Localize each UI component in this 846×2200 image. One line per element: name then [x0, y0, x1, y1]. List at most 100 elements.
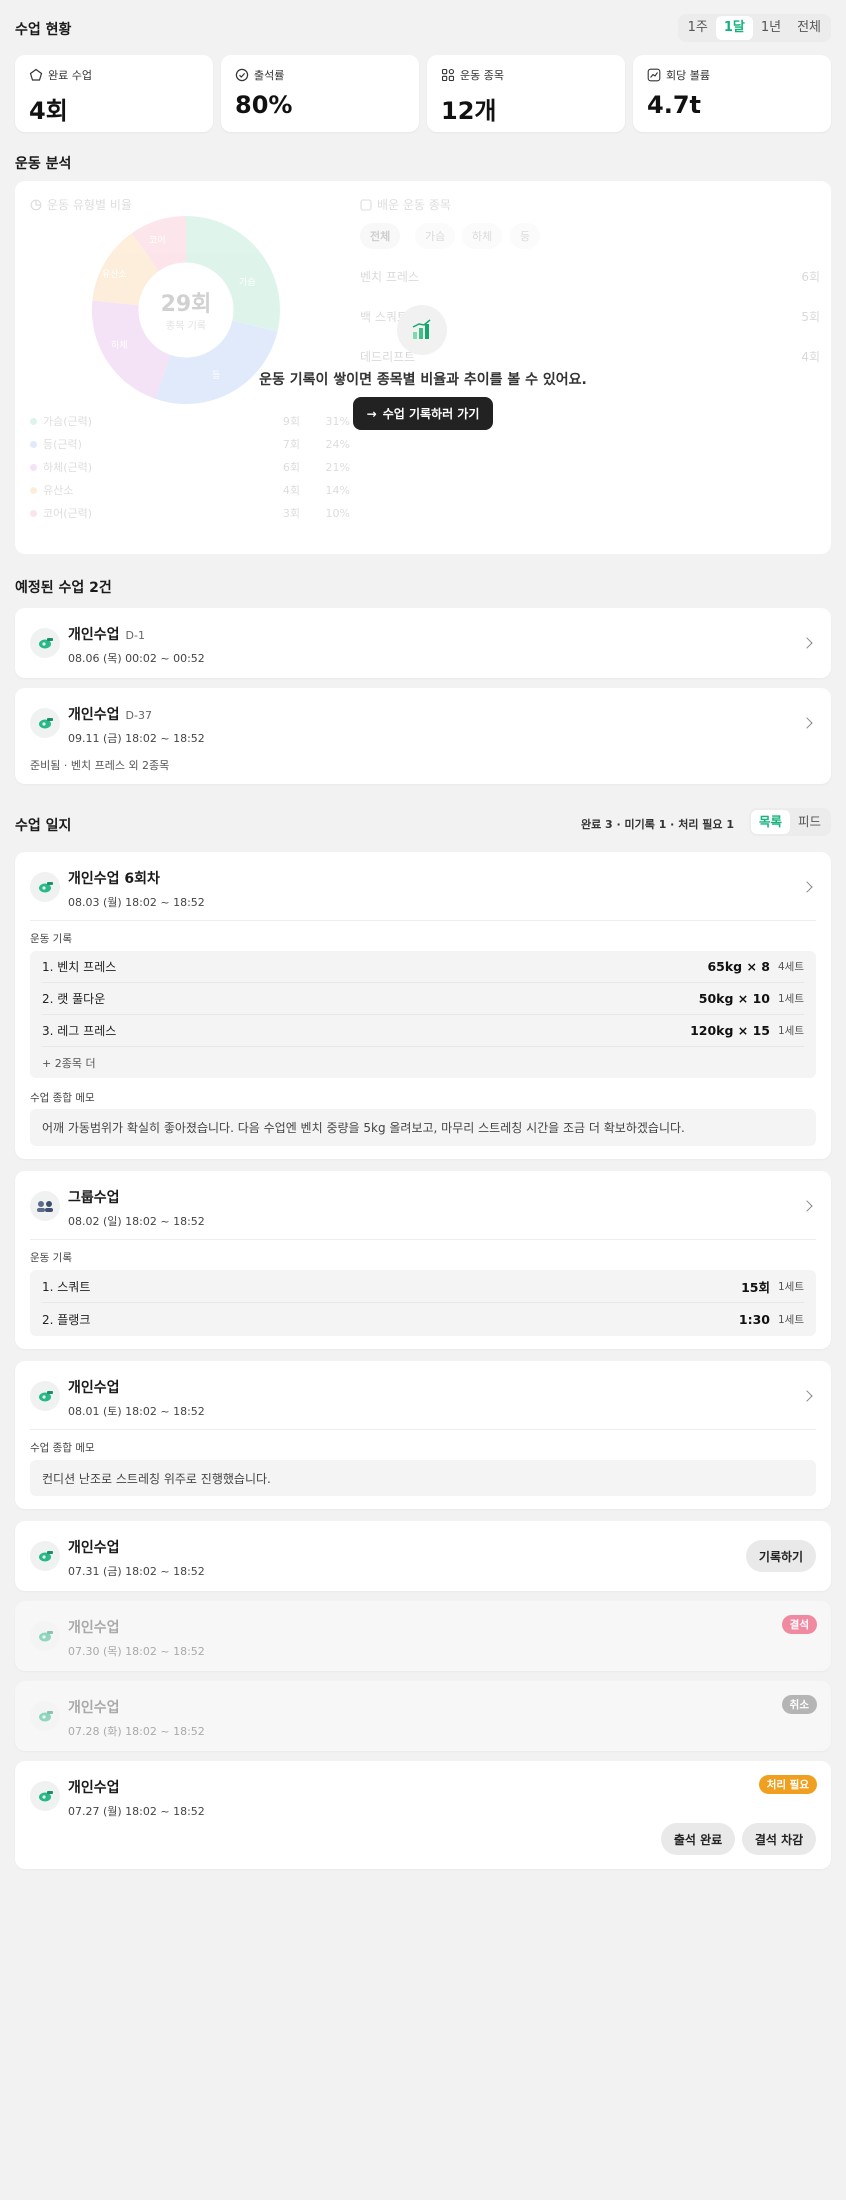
- upcoming-item[interactable]: 개인수업 D-37 09.11 (금) 18:02 ~ 18:52 준비됨 · 벤…: [15, 688, 831, 784]
- whistle-icon: [30, 1541, 60, 1571]
- class-date: 07.27 (월) 18:02 ~ 18:52: [68, 1805, 205, 1818]
- donut-slice-label: 코어: [149, 235, 166, 246]
- legend-row: 코어(근력) 3회 10%: [30, 505, 350, 521]
- whistle-icon: [30, 872, 60, 902]
- chevron-right-icon: [801, 717, 813, 729]
- record-button[interactable]: 기록하기: [746, 1540, 816, 1572]
- log-entry[interactable]: 개인수업 6회차 08.03 (월) 18:02 ~ 18:52 운동 기록 1…: [15, 852, 831, 1159]
- stat-label: 운동 종목: [460, 69, 504, 82]
- log-entry[interactable]: 개인수업 07.27 (월) 18:02 ~ 18:52 처리 필요 출석 완료…: [15, 1761, 831, 1869]
- exercise-label: 운동 기록: [30, 933, 72, 945]
- class-title: 개인수업 6회차: [68, 871, 160, 887]
- top-tab: 가슴: [415, 223, 456, 249]
- log-entry[interactable]: 개인수업 08.01 (토) 18:02 ~ 18:52 수업 종합 메모 컨디…: [15, 1361, 831, 1509]
- period-tab-week[interactable]: 1주: [680, 16, 716, 40]
- confirm-attendance-button[interactable]: 출석 완료: [661, 1823, 735, 1855]
- class-date: 08.01 (토) 18:02 ~ 18:52: [68, 1405, 205, 1418]
- period-tab-year[interactable]: 1년: [753, 16, 789, 40]
- growth-chart-icon: [397, 305, 447, 355]
- top-tab: 등: [510, 223, 541, 249]
- more-exercises[interactable]: + 2종목 더: [42, 1055, 96, 1071]
- memo-label: 수업 종합 메모: [30, 1092, 95, 1104]
- exercise-label: 운동 기록: [30, 1252, 72, 1264]
- class-title: 그룹수업: [68, 1190, 120, 1206]
- top-title: 배운 운동 종목: [377, 198, 451, 212]
- pie-icon: [30, 199, 42, 210]
- class-title: 개인수업: [68, 1380, 120, 1396]
- chevron-right-icon: [801, 1200, 813, 1212]
- log-entry[interactable]: 개인수업 07.28 (화) 18:02 ~ 18:52 취소: [15, 1681, 831, 1751]
- chevron-right-icon: [801, 637, 813, 649]
- class-prep-note: 준비됨 · 벤치 프레스 외 2종목: [30, 759, 170, 772]
- chevron-right-icon: [801, 881, 813, 893]
- arrow-right-icon: →: [366, 406, 377, 421]
- deduct-absence-button[interactable]: 결석 차감: [742, 1823, 816, 1855]
- top-row: 벤치 프레스 6회: [360, 270, 820, 284]
- donut-slice-label: 가슴: [239, 277, 256, 288]
- exercise-list: 1. 벤치 프레스 65kg × 8 4세트 2. 랫 풀다운 50kg × 10 1세…: [30, 951, 816, 1078]
- donut-slice-label: 유산소: [102, 269, 127, 280]
- class-title: 개인수업: [68, 1540, 120, 1556]
- check-circle-icon: [235, 68, 249, 82]
- empty-message: 운동 기록이 쌓이면 종목별 비율과 추이를 볼 수 있어요.: [259, 372, 587, 388]
- donut-slice-cardio: [92, 233, 159, 306]
- class-date: 08.06 (목) 00:02 ~ 00:52: [68, 652, 205, 665]
- stat-card-volume: 회당 볼륨 4.7t: [633, 55, 831, 132]
- divider: [30, 920, 816, 921]
- exercise-row: 1. 스쿼트 15회 1세트: [42, 1271, 804, 1303]
- grid-icon: [441, 68, 455, 82]
- class-title: 개인수업: [68, 707, 120, 723]
- chevron-right-icon: [801, 1390, 813, 1402]
- log-title: 수업 일지: [15, 818, 72, 834]
- whistle-icon: [30, 708, 60, 738]
- exercise-row: 2. 랫 풀다운 50kg × 10 1세트: [42, 983, 804, 1015]
- upcoming-title: 예정된 수업 2건: [15, 580, 112, 596]
- class-date: 07.28 (화) 18:02 ~ 18:52: [68, 1725, 205, 1738]
- dday-label: D-37: [125, 709, 152, 722]
- upcoming-item[interactable]: 개인수업 D-1 08.06 (목) 00:02 ~ 00:52: [15, 608, 831, 678]
- view-tab-feed[interactable]: 피드: [790, 810, 829, 834]
- group-icon: [30, 1191, 60, 1221]
- class-date: 08.03 (월) 18:02 ~ 18:52: [68, 896, 205, 909]
- stat-card-completed: 완료 수업 4회: [15, 55, 213, 132]
- stat-card-attendance: 출석률 80%: [221, 55, 419, 132]
- stat-label: 회당 볼륨: [666, 69, 710, 82]
- pentagon-icon: [29, 68, 43, 81]
- legend-row: 가슴(근력) 9회 31%: [30, 413, 350, 429]
- donut-slice-core: [131, 215, 186, 272]
- stat-card-exercises: 운동 종목 12개: [427, 55, 625, 132]
- top-heading: 배운 운동 종목: [360, 196, 451, 213]
- period-tab-all[interactable]: 전체: [789, 16, 829, 40]
- divider: [30, 1239, 816, 1240]
- class-title: 개인수업: [68, 1620, 120, 1636]
- stat-value: 80%: [235, 91, 293, 119]
- exercise-row: 2. 플랭크 1:30 1세트: [42, 1311, 805, 1327]
- donut-slice-chest: [186, 216, 281, 332]
- record-class-label: 수업 기록하러 가기: [382, 407, 480, 421]
- legend-row: 유산소 4회 14%: [30, 482, 350, 498]
- log-entry[interactable]: 개인수업 07.31 (금) 18:02 ~ 18:52 기록하기: [15, 1521, 831, 1591]
- donut-slice-back: [155, 320, 278, 405]
- ratio-heading: 운동 유형별 비율: [30, 196, 132, 213]
- divider: [30, 1429, 816, 1430]
- class-title: 개인수업: [68, 1780, 120, 1796]
- view-toggle: 목록 피드: [748, 808, 831, 836]
- period-tab-month[interactable]: 1달: [715, 16, 753, 40]
- exercise-row: 1. 벤치 프레스 65kg × 8 4세트: [42, 951, 804, 983]
- record-class-button[interactable]: → 수업 기록하러 가기: [353, 397, 493, 430]
- class-date: 07.31 (금) 18:02 ~ 18:52: [68, 1565, 205, 1578]
- view-tab-list[interactable]: 목록: [750, 810, 790, 834]
- analysis-card: 운동 유형별 비율 가슴 등 하체 유산소 코어 29회 종목 기록 가슴(근력…: [15, 181, 831, 554]
- log-entry[interactable]: 그룹수업 08.02 (일) 18:02 ~ 18:52 운동 기록 1. 스쿼…: [15, 1171, 831, 1349]
- log-entry[interactable]: 개인수업 07.30 (목) 18:02 ~ 18:52 결석: [15, 1601, 831, 1671]
- status-badge: 처리 필요: [758, 1775, 817, 1794]
- donut-total: 29회: [161, 292, 212, 317]
- exercise-list: 1. 스쿼트 15회 1세트 2. 플랭크 1:30 1세트: [30, 1270, 816, 1336]
- donut-slice-label: 하체: [111, 340, 128, 351]
- ratio-title: 운동 유형별 비율: [47, 198, 132, 212]
- stat-label: 완료 수업: [48, 69, 92, 82]
- analysis-title: 운동 분석: [15, 156, 72, 172]
- whistle-icon: [30, 1701, 60, 1731]
- stat-value: 4회: [29, 97, 68, 125]
- stat-label: 출석률: [254, 69, 285, 82]
